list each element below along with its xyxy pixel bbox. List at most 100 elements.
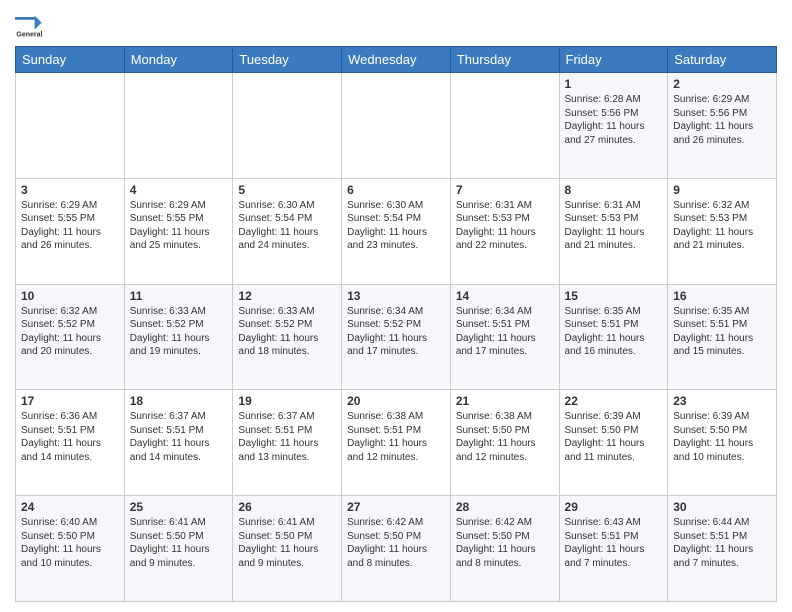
calendar-cell	[16, 73, 125, 179]
cell-info: Sunrise: 6:42 AM Sunset: 5:50 PM Dayligh…	[347, 516, 445, 570]
day-number: 13	[347, 289, 445, 303]
weekday-header-wednesday: Wednesday	[342, 47, 451, 73]
cell-info: Sunrise: 6:29 AM Sunset: 5:55 PM Dayligh…	[130, 199, 228, 253]
weekday-header-tuesday: Tuesday	[233, 47, 342, 73]
cell-info: Sunrise: 6:30 AM Sunset: 5:54 PM Dayligh…	[238, 199, 336, 253]
logo-icon: General	[15, 10, 43, 38]
day-number: 1	[565, 77, 663, 91]
weekday-header-saturday: Saturday	[668, 47, 777, 73]
logo: General	[15, 10, 47, 38]
calendar-cell	[124, 73, 233, 179]
calendar-cell: 1 Sunrise: 6:28 AM Sunset: 5:56 PM Daylig…	[559, 73, 668, 179]
day-number: 29	[565, 500, 663, 514]
day-number: 25	[130, 500, 228, 514]
day-number: 15	[565, 289, 663, 303]
cell-info: Sunrise: 6:38 AM Sunset: 5:51 PM Dayligh…	[347, 410, 445, 464]
day-number: 6	[347, 183, 445, 197]
day-number: 8	[565, 183, 663, 197]
calendar-cell: 19 Sunrise: 6:37 AM Sunset: 5:51 PM Dayli…	[233, 390, 342, 496]
calendar-cell: 21 Sunrise: 6:38 AM Sunset: 5:50 PM Dayli…	[450, 390, 559, 496]
cell-info: Sunrise: 6:38 AM Sunset: 5:50 PM Dayligh…	[456, 410, 554, 464]
day-number: 14	[456, 289, 554, 303]
weekday-header-monday: Monday	[124, 47, 233, 73]
day-number: 9	[673, 183, 771, 197]
calendar-cell: 17 Sunrise: 6:36 AM Sunset: 5:51 PM Dayli…	[16, 390, 125, 496]
cell-info: Sunrise: 6:34 AM Sunset: 5:51 PM Dayligh…	[456, 305, 554, 359]
day-number: 10	[21, 289, 119, 303]
cell-info: Sunrise: 6:41 AM Sunset: 5:50 PM Dayligh…	[238, 516, 336, 570]
calendar-cell: 23 Sunrise: 6:39 AM Sunset: 5:50 PM Dayli…	[668, 390, 777, 496]
day-number: 7	[456, 183, 554, 197]
day-number: 28	[456, 500, 554, 514]
day-number: 30	[673, 500, 771, 514]
calendar-cell: 11 Sunrise: 6:33 AM Sunset: 5:52 PM Dayli…	[124, 284, 233, 390]
day-number: 24	[21, 500, 119, 514]
calendar-cell: 13Sunrise: 6:34 AM Sunset: 5:52 PM Dayli…	[342, 284, 451, 390]
calendar-cell: 24 Sunrise: 6:40 AM Sunset: 5:50 PM Dayli…	[16, 496, 125, 602]
cell-info: Sunrise: 6:29 AM Sunset: 5:56 PM Dayligh…	[673, 93, 771, 147]
calendar-cell: 20 Sunrise: 6:38 AM Sunset: 5:51 PM Dayli…	[342, 390, 451, 496]
calendar-cell: 25 Sunrise: 6:41 AM Sunset: 5:50 PM Dayli…	[124, 496, 233, 602]
calendar-cell	[233, 73, 342, 179]
cell-info: Sunrise: 6:41 AM Sunset: 5:50 PM Dayligh…	[130, 516, 228, 570]
calendar-cell: 16 Sunrise: 6:35 AM Sunset: 5:51 PM Dayli…	[668, 284, 777, 390]
calendar-cell: 8 Sunrise: 6:31 AM Sunset: 5:53 PM Daylig…	[559, 178, 668, 284]
day-number: 16	[673, 289, 771, 303]
calendar-cell: 3 Sunrise: 6:29 AM Sunset: 5:55 PM Daylig…	[16, 178, 125, 284]
cell-info: Sunrise: 6:42 AM Sunset: 5:50 PM Dayligh…	[456, 516, 554, 570]
cell-info: Sunrise: 6:32 AM Sunset: 5:52 PM Dayligh…	[21, 305, 119, 359]
calendar-cell: 22 Sunrise: 6:39 AM Sunset: 5:50 PM Dayli…	[559, 390, 668, 496]
svg-text:General: General	[16, 32, 42, 38]
weekday-header-thursday: Thursday	[450, 47, 559, 73]
cell-info: Sunrise: 6:37 AM Sunset: 5:51 PM Dayligh…	[238, 410, 336, 464]
cell-info: Sunrise: 6:32 AM Sunset: 5:53 PM Dayligh…	[673, 199, 771, 253]
cell-info: Sunrise: 6:31 AM Sunset: 5:53 PM Dayligh…	[456, 199, 554, 253]
cell-info: Sunrise: 6:36 AM Sunset: 5:51 PM Dayligh…	[21, 410, 119, 464]
calendar-cell	[450, 73, 559, 179]
day-number: 19	[238, 394, 336, 408]
cell-info: Sunrise: 6:39 AM Sunset: 5:50 PM Dayligh…	[565, 410, 663, 464]
cell-info: Sunrise: 6:40 AM Sunset: 5:50 PM Dayligh…	[21, 516, 119, 570]
cell-info: Sunrise: 6:30 AM Sunset: 5:54 PM Dayligh…	[347, 199, 445, 253]
cell-info: Sunrise: 6:28 AM Sunset: 5:56 PM Dayligh…	[565, 93, 663, 147]
calendar-page: General SundayMondayTuesdayWednesdayThur…	[0, 0, 792, 612]
calendar-cell	[342, 73, 451, 179]
calendar-cell: 28 Sunrise: 6:42 AM Sunset: 5:50 PM Dayli…	[450, 496, 559, 602]
calendar-cell: 18Sunrise: 6:37 AM Sunset: 5:51 PM Dayli…	[124, 390, 233, 496]
day-number: 21	[456, 394, 554, 408]
cell-info: Sunrise: 6:39 AM Sunset: 5:50 PM Dayligh…	[673, 410, 771, 464]
day-number: 23	[673, 394, 771, 408]
day-number: 2	[673, 77, 771, 91]
calendar-table: SundayMondayTuesdayWednesdayThursdayFrid…	[15, 46, 777, 602]
calendar-cell: 29 Sunrise: 6:43 AM Sunset: 5:51 PM Dayli…	[559, 496, 668, 602]
day-number: 17	[21, 394, 119, 408]
calendar-cell: 12 Sunrise: 6:33 AM Sunset: 5:52 PM Dayli…	[233, 284, 342, 390]
cell-info: Sunrise: 6:29 AM Sunset: 5:55 PM Dayligh…	[21, 199, 119, 253]
calendar-cell: 30 Sunrise: 6:44 AM Sunset: 5:51 PM Dayli…	[668, 496, 777, 602]
cell-info: Sunrise: 6:44 AM Sunset: 5:51 PM Dayligh…	[673, 516, 771, 570]
calendar-cell: 9 Sunrise: 6:32 AM Sunset: 5:53 PM Daylig…	[668, 178, 777, 284]
cell-info: Sunrise: 6:33 AM Sunset: 5:52 PM Dayligh…	[238, 305, 336, 359]
calendar-cell: 27 Sunrise: 6:42 AM Sunset: 5:50 PM Dayli…	[342, 496, 451, 602]
calendar-cell: 5 Sunrise: 6:30 AM Sunset: 5:54 PM Daylig…	[233, 178, 342, 284]
cell-info: Sunrise: 6:35 AM Sunset: 5:51 PM Dayligh…	[565, 305, 663, 359]
calendar-cell: 7 Sunrise: 6:31 AM Sunset: 5:53 PM Daylig…	[450, 178, 559, 284]
cell-info: Sunrise: 6:33 AM Sunset: 5:52 PM Dayligh…	[130, 305, 228, 359]
day-number: 11	[130, 289, 228, 303]
day-number: 3	[21, 183, 119, 197]
day-number: 4	[130, 183, 228, 197]
day-number: 26	[238, 500, 336, 514]
calendar-cell: 6 Sunrise: 6:30 AM Sunset: 5:54 PM Daylig…	[342, 178, 451, 284]
calendar-cell: 4 Sunrise: 6:29 AM Sunset: 5:55 PM Daylig…	[124, 178, 233, 284]
day-number: 5	[238, 183, 336, 197]
cell-info: Sunrise: 6:35 AM Sunset: 5:51 PM Dayligh…	[673, 305, 771, 359]
cell-info: Sunrise: 6:31 AM Sunset: 5:53 PM Dayligh…	[565, 199, 663, 253]
calendar-cell: 14 Sunrise: 6:34 AM Sunset: 5:51 PM Dayli…	[450, 284, 559, 390]
day-number: 22	[565, 394, 663, 408]
day-number: 12	[238, 289, 336, 303]
weekday-header-sunday: Sunday	[16, 47, 125, 73]
cell-info: Sunrise: 6:43 AM Sunset: 5:51 PM Dayligh…	[565, 516, 663, 570]
weekday-header-friday: Friday	[559, 47, 668, 73]
day-number: 27	[347, 500, 445, 514]
day-number: 20	[347, 394, 445, 408]
